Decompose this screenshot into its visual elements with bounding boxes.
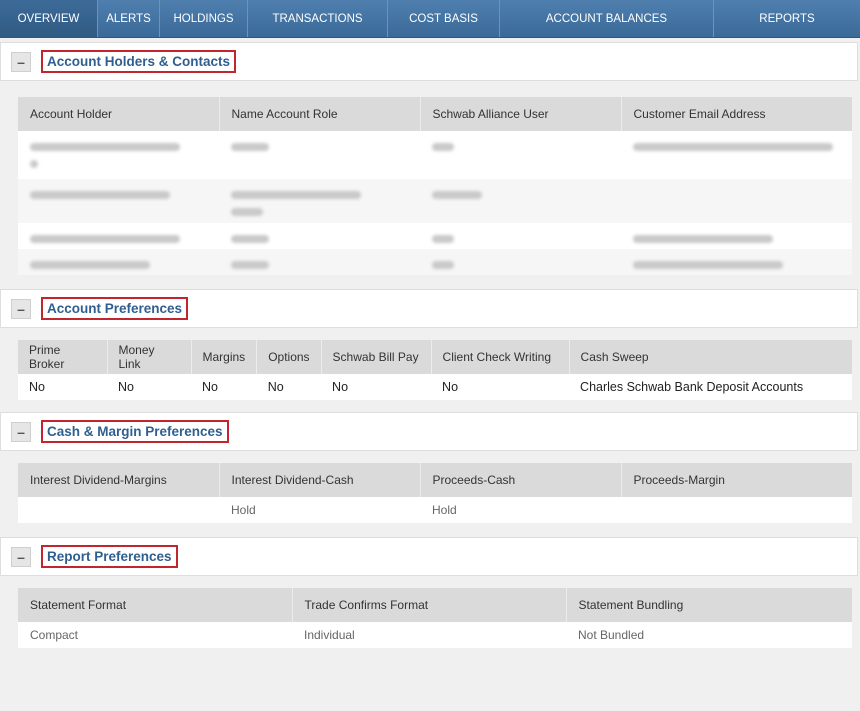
- redacted-cell: [219, 223, 420, 249]
- value-prime-broker: No: [18, 374, 107, 400]
- redacted-cell: [18, 223, 219, 249]
- report-preferences-section-title: Report Preferences: [41, 545, 178, 568]
- holders-section-title: Account Holders & Contacts: [41, 50, 237, 73]
- report-preferences-section-body: Statement Format Trade Confirms Format S…: [0, 576, 860, 660]
- redacted-cell: [420, 179, 621, 223]
- value-options: No: [256, 374, 322, 400]
- table-row: [18, 179, 852, 223]
- account-preferences-section-title: Account Preferences: [41, 297, 189, 320]
- report-preferences-collapse-button[interactable]: –: [11, 546, 31, 567]
- tab-alerts[interactable]: ALERTS: [98, 0, 160, 37]
- table-row: Hold Hold: [18, 497, 852, 523]
- redacted-cell: [219, 249, 420, 275]
- redacted-cell: [219, 131, 420, 179]
- value-statement-bundling: Not Bundled: [566, 622, 852, 648]
- column-header-interest-dividend-cash: Interest Dividend-Cash: [219, 463, 421, 497]
- redacted-cell: [219, 179, 420, 223]
- redacted-cell: [621, 223, 852, 249]
- table-row: [18, 223, 852, 249]
- value-interest-dividend-cash: Hold: [219, 497, 420, 523]
- cash-margin-collapse-button[interactable]: –: [11, 421, 31, 442]
- redacted-cell: [420, 223, 621, 249]
- column-header-alliance-user: Schwab Alliance User: [420, 97, 622, 131]
- value-cash-sweep: Charles Schwab Bank Deposit Accounts: [569, 374, 852, 400]
- value-statement-format: Compact: [18, 622, 292, 648]
- column-header-bill-pay: Schwab Bill Pay: [321, 340, 432, 374]
- account-preferences-section-header: – Account Preferences: [0, 289, 858, 328]
- column-header-cash-sweep: Cash Sweep: [569, 340, 852, 374]
- column-header-statement-format: Statement Format: [18, 588, 293, 622]
- table-row: [18, 249, 852, 275]
- report-preferences-table: Statement Format Trade Confirms Format S…: [18, 588, 852, 648]
- redacted-cell: [621, 131, 852, 179]
- redacted-cell: [18, 249, 219, 275]
- redacted-cell: [420, 131, 621, 179]
- tab-holdings[interactable]: HOLDINGS: [160, 0, 248, 37]
- redacted-cell: [18, 131, 219, 179]
- column-header-account-role: Name Account Role: [219, 97, 421, 131]
- column-header-margins: Margins: [191, 340, 258, 374]
- table-row: No No No No No No Charles Schwab Bank De…: [18, 374, 852, 400]
- column-header-email: Customer Email Address: [621, 97, 852, 131]
- column-header-options: Options: [256, 340, 322, 374]
- value-trade-confirms-format: Individual: [292, 622, 566, 648]
- table-row: Compact Individual Not Bundled: [18, 622, 852, 648]
- tab-overview[interactable]: OVERVIEW: [0, 0, 98, 37]
- value-check-writing: No: [431, 374, 570, 400]
- tab-account-balances[interactable]: ACCOUNT BALANCES: [500, 0, 714, 37]
- cash-margin-section-header: – Cash & Margin Preferences: [0, 412, 858, 451]
- tab-reports[interactable]: REPORTS: [714, 0, 860, 37]
- column-header-check-writing: Client Check Writing: [431, 340, 570, 374]
- holders-section-body: Account Holder Name Account Role Schwab …: [0, 81, 860, 289]
- tab-transactions[interactable]: TRANSACTIONS: [248, 0, 388, 37]
- redacted-cell: [18, 179, 219, 223]
- cash-margin-table: Interest Dividend-Margins Interest Divid…: [18, 463, 852, 523]
- report-preferences-section-header: – Report Preferences: [0, 537, 858, 576]
- redacted-cell: [420, 249, 621, 275]
- account-preferences-table: Prime Broker Money Link Margins Options …: [18, 340, 852, 400]
- value-proceeds-cash: Hold: [420, 497, 621, 523]
- redacted-cell: [621, 249, 852, 275]
- account-preferences-collapse-button[interactable]: –: [11, 298, 31, 319]
- tab-cost-basis[interactable]: COST BASIS: [388, 0, 500, 37]
- value-bill-pay: No: [321, 374, 432, 400]
- column-header-proceeds-margin: Proceeds-Margin: [621, 463, 852, 497]
- holders-collapse-button[interactable]: –: [11, 51, 31, 72]
- column-header-account-holder: Account Holder: [18, 97, 220, 131]
- value-money-link: No: [107, 374, 191, 400]
- column-header-proceeds-cash: Proceeds-Cash: [420, 463, 622, 497]
- value-proceeds-margin: [621, 497, 852, 523]
- cash-margin-section-title: Cash & Margin Preferences: [41, 420, 229, 443]
- table-row: [18, 131, 852, 179]
- account-holders-table: Account Holder Name Account Role Schwab …: [18, 97, 852, 275]
- column-header-statement-bundling: Statement Bundling: [566, 588, 852, 622]
- redacted-cell: [621, 179, 852, 223]
- cash-margin-section-body: Interest Dividend-Margins Interest Divid…: [0, 451, 860, 537]
- account-preferences-section-body: Prime Broker Money Link Margins Options …: [0, 328, 860, 412]
- value-margins: No: [191, 374, 257, 400]
- main-tab-bar: OVERVIEW ALERTS HOLDINGS TRANSACTIONS CO…: [0, 0, 860, 38]
- holders-section-header: – Account Holders & Contacts: [0, 42, 858, 81]
- value-interest-dividend-margins: [18, 497, 219, 523]
- column-header-money-link: Money Link: [107, 340, 192, 374]
- column-header-prime-broker: Prime Broker: [18, 340, 108, 374]
- column-header-trade-confirms-format: Trade Confirms Format: [292, 588, 567, 622]
- column-header-interest-dividend-margins: Interest Dividend-Margins: [18, 463, 220, 497]
